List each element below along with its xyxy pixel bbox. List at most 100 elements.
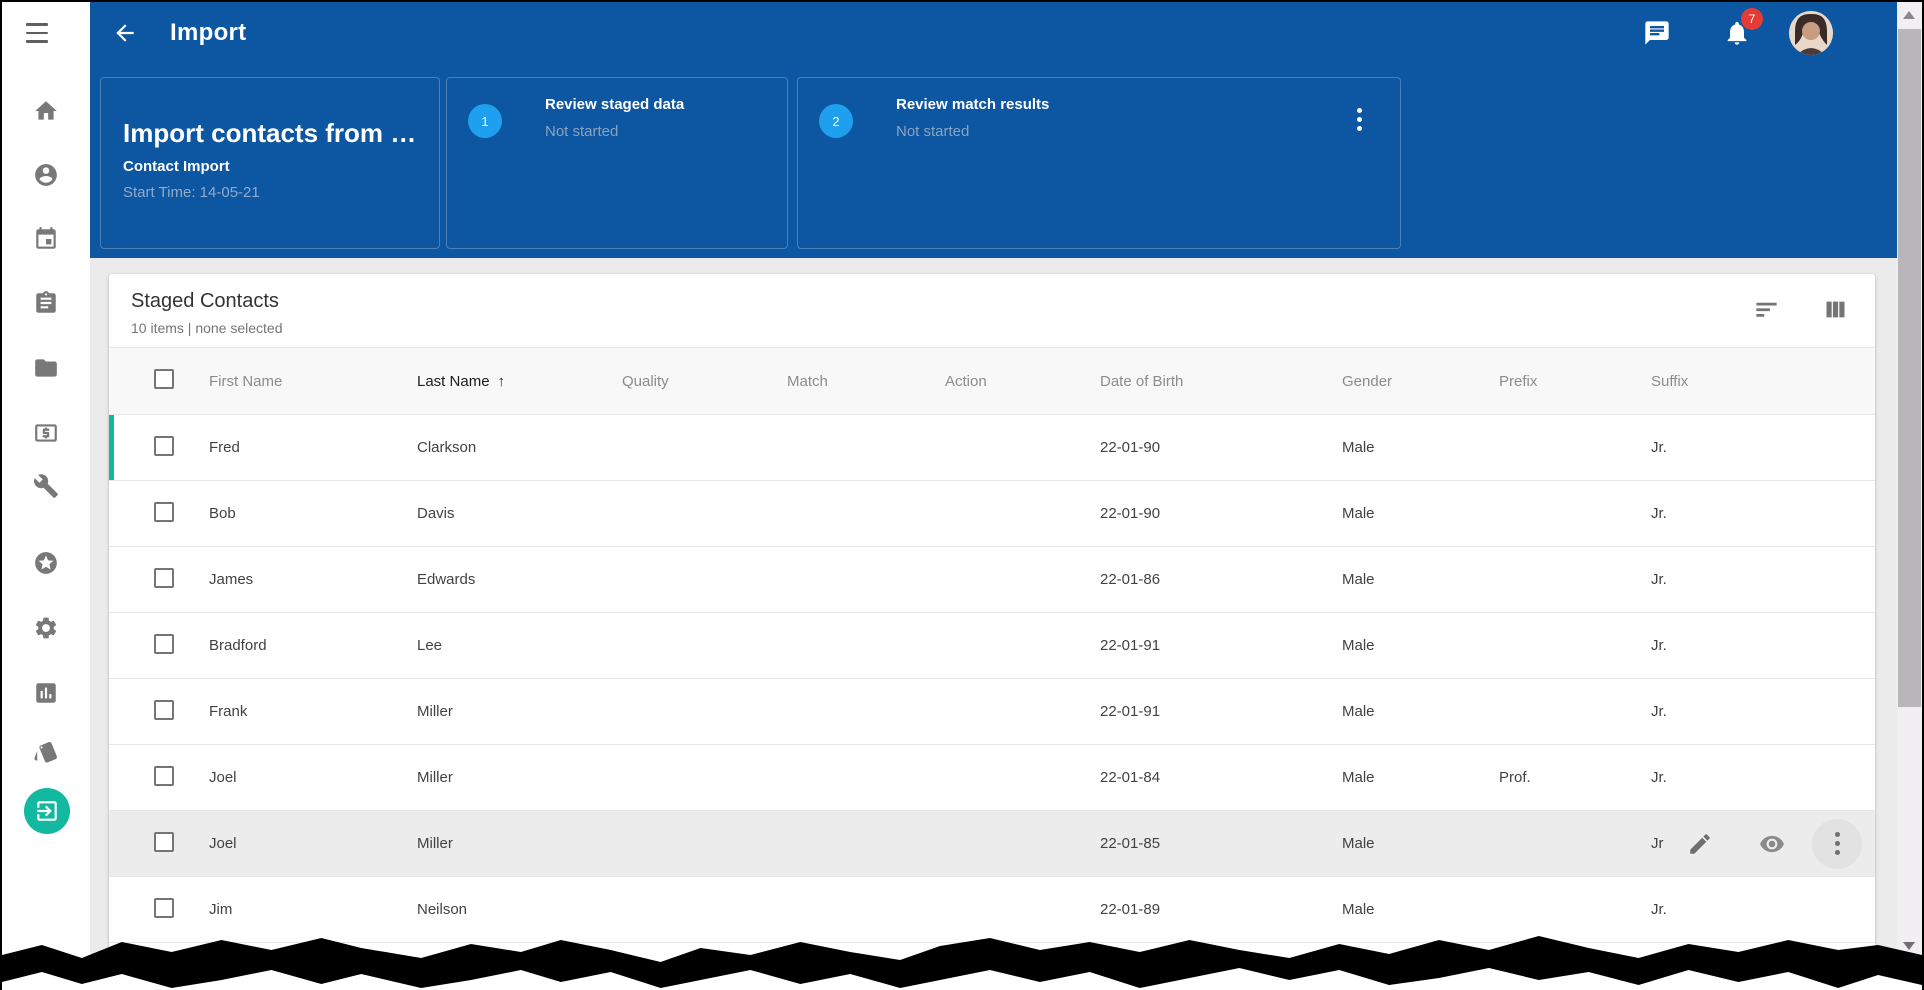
cell-suffix: Jr.	[1651, 505, 1667, 522]
step-status: Not started	[545, 123, 619, 140]
table-body: Fred Clarkson 22-01-90 Male Jr. Bob Davi…	[109, 415, 1875, 943]
select-all-checkbox[interactable]	[154, 369, 174, 389]
sort-button[interactable]	[1753, 296, 1780, 323]
step-title: Review match results	[896, 96, 1050, 113]
row-checkbox[interactable]	[154, 699, 174, 720]
step-number-badge: 2	[819, 104, 853, 138]
column-header-match[interactable]: Match	[787, 373, 945, 390]
cell-first-name: Bradford	[209, 637, 267, 654]
tags-icon[interactable]	[33, 739, 59, 765]
sort-icon	[1756, 302, 1777, 317]
cell-date-of-birth: 22-01-90	[1100, 505, 1161, 522]
table-row[interactable]: James Edwards 22-01-86 Male Jr.	[109, 547, 1875, 613]
menu-icon[interactable]	[26, 23, 48, 43]
scrollbar-down-arrow[interactable]	[1903, 942, 1915, 950]
cell-suffix: Jr.	[1651, 637, 1667, 654]
table-row[interactable]: Jim Neilson 22-01-89 Male Jr.	[109, 877, 1875, 943]
cell-last-name: Miller	[417, 703, 453, 720]
column-header-gender[interactable]: Gender	[1342, 373, 1499, 390]
column-header-date-of-birth[interactable]: Date of Birth	[1100, 373, 1342, 390]
row-menu-button[interactable]	[1812, 818, 1862, 869]
reports-icon[interactable]	[33, 680, 59, 706]
settings-icon[interactable]	[33, 615, 59, 641]
avatar[interactable]	[1789, 11, 1833, 55]
row-checkbox[interactable]	[154, 501, 174, 522]
cell-first-name: Jim	[209, 901, 233, 918]
table-row[interactable]: Bob Davis 22-01-90 Male Jr.	[109, 481, 1875, 547]
column-header-action[interactable]: Action	[945, 373, 1100, 390]
cell-date-of-birth: 22-01-91	[1100, 703, 1161, 720]
step-card-review-match-results[interactable]: 2 Review match results Not started	[797, 77, 1401, 249]
cell-date-of-birth: 22-01-86	[1100, 571, 1161, 588]
table-row[interactable]: Frank Miller 22-01-91 Male Jr.	[109, 679, 1875, 745]
home-icon[interactable]	[33, 98, 59, 124]
vertical-scrollbar[interactable]	[1897, 2, 1922, 990]
edit-row-button[interactable]	[1687, 831, 1713, 857]
tasks-icon[interactable]	[33, 290, 59, 316]
calendar-icon[interactable]	[33, 226, 59, 252]
scrollbar-thumb[interactable]	[1898, 29, 1921, 707]
cell-first-name: Frank	[209, 703, 248, 720]
table-title: Staged Contacts	[131, 290, 279, 312]
import-summary-card[interactable]: Import contacts from … Contact Import St…	[100, 77, 440, 249]
cell-last-name: Miller	[417, 835, 453, 852]
import-card-subtitle: Contact Import	[123, 158, 230, 175]
column-header-prefix[interactable]: Prefix	[1499, 373, 1651, 390]
cell-gender: Male	[1342, 769, 1375, 786]
cell-last-name: Neilson	[417, 901, 468, 918]
app-bar: Import 7	[90, 2, 1897, 64]
documents-icon[interactable]	[33, 355, 59, 381]
notifications-button[interactable]: 7	[1723, 8, 1763, 47]
cell-suffix: Jr.	[1651, 769, 1667, 786]
columns-icon	[1826, 301, 1845, 318]
page-title: Import	[170, 19, 247, 46]
table-row[interactable]: Fred Clarkson 22-01-90 Male Jr.	[109, 415, 1875, 481]
cell-gender: Male	[1342, 571, 1375, 588]
row-checkbox[interactable]	[154, 567, 174, 588]
billing-icon[interactable]	[33, 420, 59, 446]
column-header-first-name[interactable]: First Name	[209, 373, 417, 390]
sidebar-item-import[interactable]	[24, 788, 70, 834]
scrollbar-up-arrow[interactable]	[1897, 2, 1922, 28]
cell-suffix: Jr.	[1651, 901, 1667, 918]
row-checkbox[interactable]	[154, 435, 174, 456]
cell-suffix: Jr.	[1651, 703, 1667, 720]
column-header-suffix[interactable]: Suffix	[1651, 373, 1875, 390]
table-row[interactable]: Joel Miller 22-01-84 Male Prof. Jr.	[109, 745, 1875, 811]
import-card-title: Import contacts from …	[123, 118, 417, 148]
app-window: Import 7 Import contacts from … Contact …	[0, 0, 1924, 990]
cell-gender: Male	[1342, 439, 1375, 456]
cell-gender: Male	[1342, 703, 1375, 720]
row-checkbox[interactable]	[154, 831, 174, 852]
cell-first-name: Bob	[209, 505, 236, 522]
chat-button[interactable]	[1643, 19, 1671, 47]
cell-last-name: Clarkson	[417, 439, 477, 456]
table-row[interactable]: Joel Miller 22-01-85 Male Jr	[109, 811, 1875, 877]
staged-contacts-card: Staged Contacts 10 items | none selected…	[109, 274, 1875, 980]
row-checkbox[interactable]	[154, 633, 174, 654]
cell-last-name: Miller	[417, 769, 453, 786]
view-row-button[interactable]	[1759, 831, 1785, 857]
tools-icon[interactable]	[33, 473, 59, 499]
favorites-icon[interactable]	[33, 550, 59, 576]
step-card-menu-button[interactable]	[1346, 102, 1372, 136]
cell-first-name: James	[209, 571, 254, 588]
header-section: Import 7 Import contacts from … Contact …	[90, 2, 1897, 258]
table-row[interactable]: Bradford Lee 22-01-91 Male Jr.	[109, 613, 1875, 679]
column-header-last-name[interactable]: Last Name ↑	[417, 373, 622, 390]
step-card-review-staged-data[interactable]: 1 Review staged data Not started	[446, 77, 788, 249]
cell-gender: Male	[1342, 637, 1375, 654]
import-card-start-time: Start Time: 14-05-21	[123, 184, 260, 201]
row-checkbox[interactable]	[154, 765, 174, 786]
contacts-icon[interactable]	[33, 162, 59, 188]
cell-first-name: Joel	[209, 835, 237, 852]
columns-button[interactable]	[1822, 296, 1849, 323]
back-button[interactable]	[112, 20, 138, 46]
pencil-icon	[1690, 833, 1710, 854]
cell-date-of-birth: 22-01-85	[1100, 835, 1161, 852]
column-header-quality[interactable]: Quality	[622, 373, 787, 390]
main-content: Staged Contacts 10 items | none selected…	[90, 258, 1897, 990]
cell-date-of-birth: 22-01-89	[1100, 901, 1161, 918]
chat-icon	[1645, 21, 1669, 45]
row-checkbox[interactable]	[154, 897, 174, 918]
